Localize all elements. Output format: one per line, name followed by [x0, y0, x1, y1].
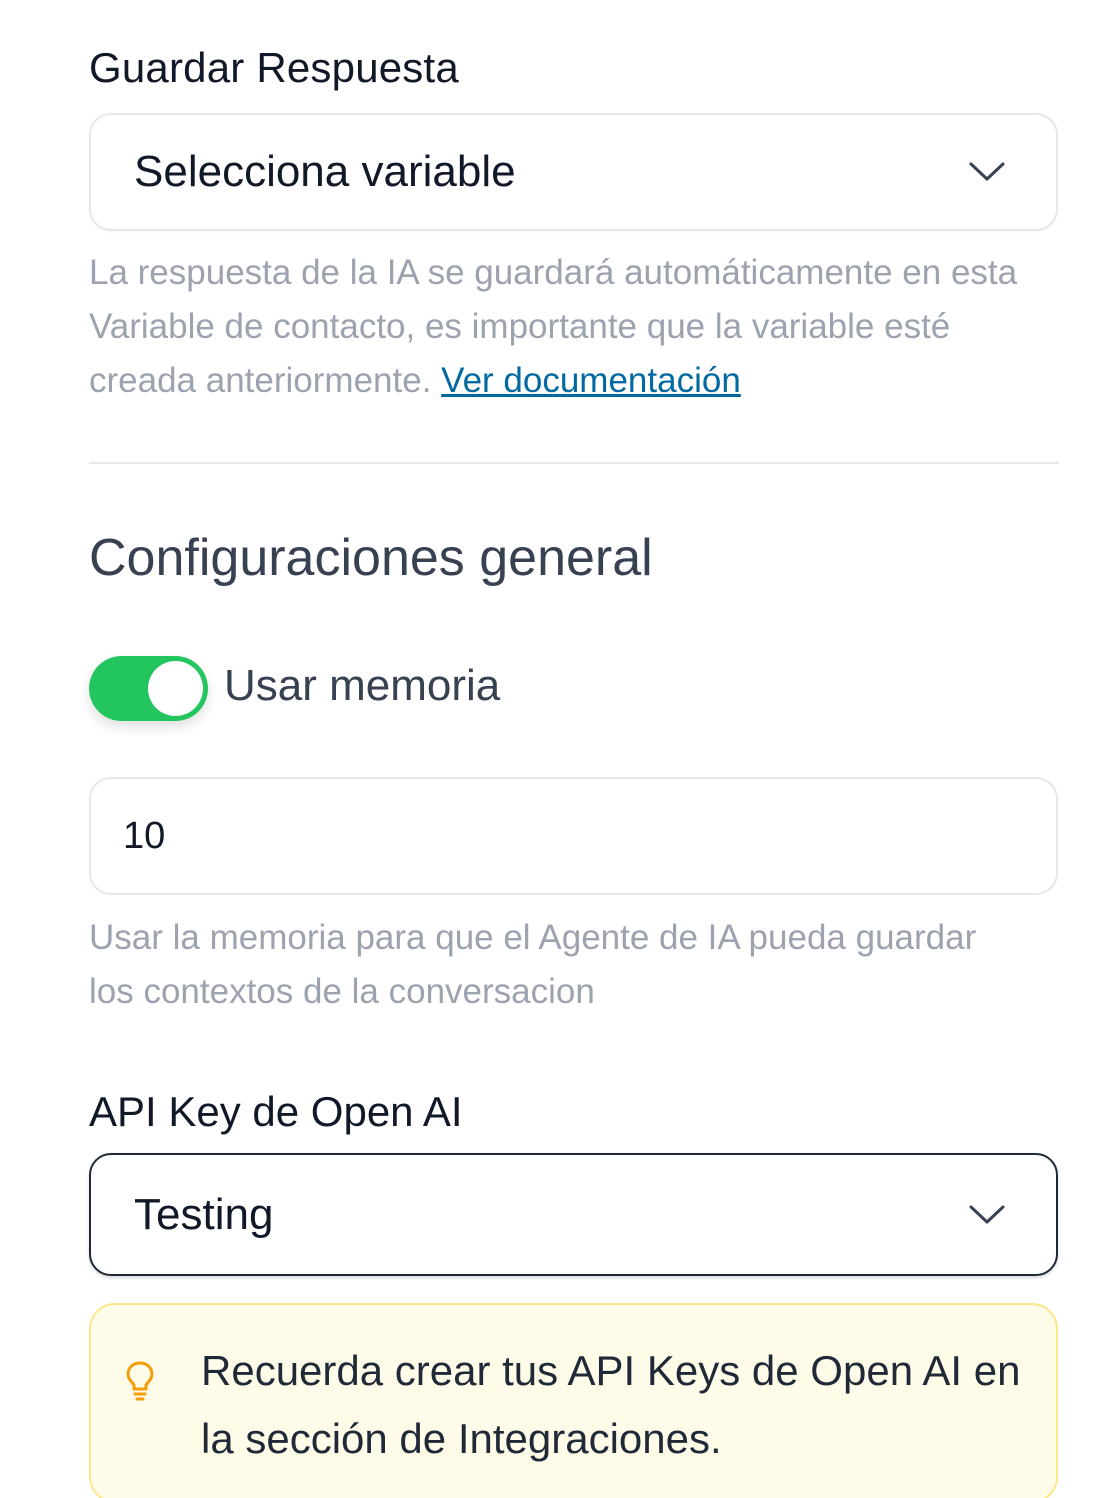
openai-api-key-select-value: Testing [134, 1189, 274, 1239]
integrations-tip-callout: Recuerda crear tus API Keys de Open AI e… [89, 1303, 1058, 1498]
lightbulb-icon [126, 1361, 154, 1401]
memory-help-text: Usar la memoria para que el Agente de IA… [89, 918, 977, 1011]
toggle-knob [148, 661, 203, 716]
general-settings-title: Configuraciones general [89, 529, 653, 587]
memory-toggle[interactable] [89, 656, 208, 721]
chevron-down-icon [969, 1205, 1005, 1223]
memory-toggle-label: Usar memoria [224, 661, 501, 710]
chevron-down-icon [969, 162, 1005, 181]
documentation-link[interactable]: Ver documentación [441, 361, 741, 400]
openai-api-key-select[interactable]: Testing [89, 1153, 1058, 1276]
save-response-label: Guardar Respuesta [89, 44, 459, 91]
memory-size-input[interactable]: 10 [89, 777, 1058, 895]
section-divider [89, 462, 1059, 464]
save-response-help: La respuesta de la IA se guardará automá… [89, 246, 1049, 408]
save-response-variable-select[interactable]: Selecciona variable [89, 113, 1058, 231]
openai-api-key-label: API Key de Open AI [89, 1088, 463, 1135]
ai-agent-settings-panel: Guardar Respuesta Selecciona variable La… [0, 0, 1100, 1498]
integrations-tip-text: Recuerda crear tus API Keys de Open AI e… [201, 1347, 1021, 1462]
save-response-select-value: Selecciona variable [134, 147, 516, 196]
